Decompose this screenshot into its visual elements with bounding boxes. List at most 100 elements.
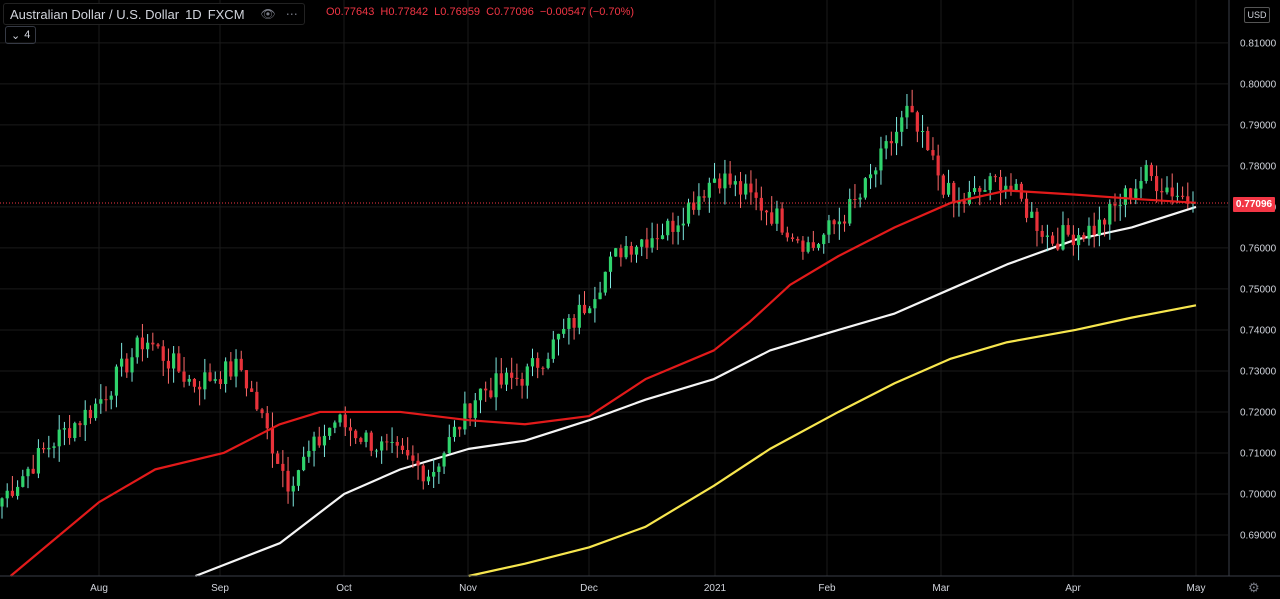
candle-body — [328, 427, 332, 436]
candle-body — [619, 248, 623, 258]
currency-badge[interactable]: USD — [1244, 7, 1270, 23]
candle-body — [900, 117, 904, 132]
candle-body — [806, 242, 810, 252]
candle-body — [1050, 235, 1055, 244]
indicators-toggle[interactable]: ⌄ 4 — [5, 26, 37, 44]
candle-body — [57, 429, 61, 447]
candle-body — [666, 220, 670, 236]
candle-body — [302, 456, 306, 471]
symbol-legend[interactable]: Australian Dollar / U.S. Dollar 1D FXCM … — [3, 3, 305, 25]
candle-body — [1175, 195, 1179, 197]
candle-body — [1108, 203, 1112, 225]
candle-body — [234, 358, 238, 377]
more-icon[interactable]: ⋯ — [286, 7, 298, 21]
candle-body — [130, 357, 134, 373]
candle-body — [816, 244, 821, 248]
candle-body — [931, 150, 935, 156]
candle-body — [754, 192, 758, 198]
candle-body — [671, 220, 675, 232]
candle-body — [562, 328, 566, 334]
time-tick-label: Nov — [459, 583, 477, 594]
candle-body — [42, 448, 46, 450]
time-axis[interactable]: Aug Sep Oct Nov Dec 2021 Feb Mar Apr May — [90, 583, 1205, 594]
candle-body — [1144, 164, 1148, 182]
candle-body — [140, 337, 145, 350]
candle-body — [608, 256, 613, 272]
candle-body — [556, 333, 561, 340]
candle-body — [712, 178, 717, 183]
price-tick-label: 0.74000 — [1240, 325, 1277, 336]
candle-body — [988, 176, 992, 191]
candle-body — [697, 196, 701, 210]
candle-body — [998, 177, 1003, 191]
candle-body — [1082, 235, 1086, 239]
candle-body — [114, 366, 119, 396]
price-chart[interactable]: 0.69000 0.70000 0.71000 0.72000 0.73000 0.740… — [0, 0, 1280, 599]
candle-body — [312, 436, 316, 451]
price-tick-label: 0.79000 — [1240, 120, 1277, 131]
candle-body — [380, 441, 384, 451]
candle-body — [837, 221, 841, 225]
candle-body — [868, 174, 873, 179]
candle-body — [785, 232, 789, 238]
candle-body — [16, 486, 20, 496]
candle-body — [442, 453, 446, 467]
candle-body — [166, 360, 171, 369]
candle-body — [265, 413, 269, 429]
candle-body — [94, 403, 98, 419]
candle-body — [73, 423, 77, 438]
candle-body — [811, 242, 815, 248]
candle-body — [645, 239, 649, 248]
candle-body — [759, 197, 763, 211]
candle-body — [1066, 225, 1070, 235]
candle-body — [796, 238, 800, 241]
candle-body — [322, 435, 327, 446]
price-tick-label: 0.71000 — [1240, 448, 1277, 459]
price-tick-label: 0.80000 — [1240, 79, 1277, 90]
candle-body — [640, 239, 644, 247]
candle-body — [702, 196, 706, 198]
last-price-tag: 0.77096 — [1233, 197, 1275, 212]
candle-body — [406, 449, 410, 456]
candle-body — [447, 437, 451, 454]
candle-body — [588, 308, 592, 314]
eye-icon[interactable]: 👁 — [261, 7, 276, 21]
candle-body — [894, 131, 899, 144]
candle-body — [744, 183, 748, 195]
candle-body — [187, 378, 191, 382]
candle-body — [26, 468, 30, 477]
candle-body — [660, 235, 665, 240]
chart-grid — [0, 0, 1228, 576]
candle-body — [1113, 203, 1117, 206]
candle-body — [582, 304, 587, 314]
indicator-count: 4 — [24, 29, 31, 41]
candle-body — [400, 445, 405, 450]
candle-body — [99, 399, 103, 404]
candle-body — [764, 210, 769, 213]
candle-body — [1128, 188, 1133, 199]
candle-body — [1154, 176, 1159, 192]
candle-body — [946, 182, 951, 195]
candle-body — [530, 358, 535, 367]
candle-body — [452, 426, 457, 438]
time-tick-label: 2021 — [704, 583, 727, 594]
candle-body — [343, 414, 347, 428]
candle-body — [260, 409, 264, 414]
candle-body — [374, 450, 379, 452]
candle-body — [910, 105, 914, 113]
candle-body — [489, 390, 493, 398]
candle-body — [920, 131, 925, 133]
candle-body — [978, 188, 982, 192]
candle-body — [770, 212, 774, 224]
time-tick-label: Dec — [580, 583, 598, 594]
candle-body — [135, 337, 139, 358]
candle-body — [286, 470, 290, 492]
price-tick-label: 0.75000 — [1240, 284, 1277, 295]
candle-body — [1134, 188, 1138, 199]
candle-body — [598, 292, 602, 300]
candle-body — [426, 476, 431, 482]
candle-body — [567, 317, 571, 329]
gear-icon[interactable]: ⚙ — [1248, 580, 1260, 596]
candle-body — [177, 353, 181, 372]
candle-body — [572, 317, 576, 328]
